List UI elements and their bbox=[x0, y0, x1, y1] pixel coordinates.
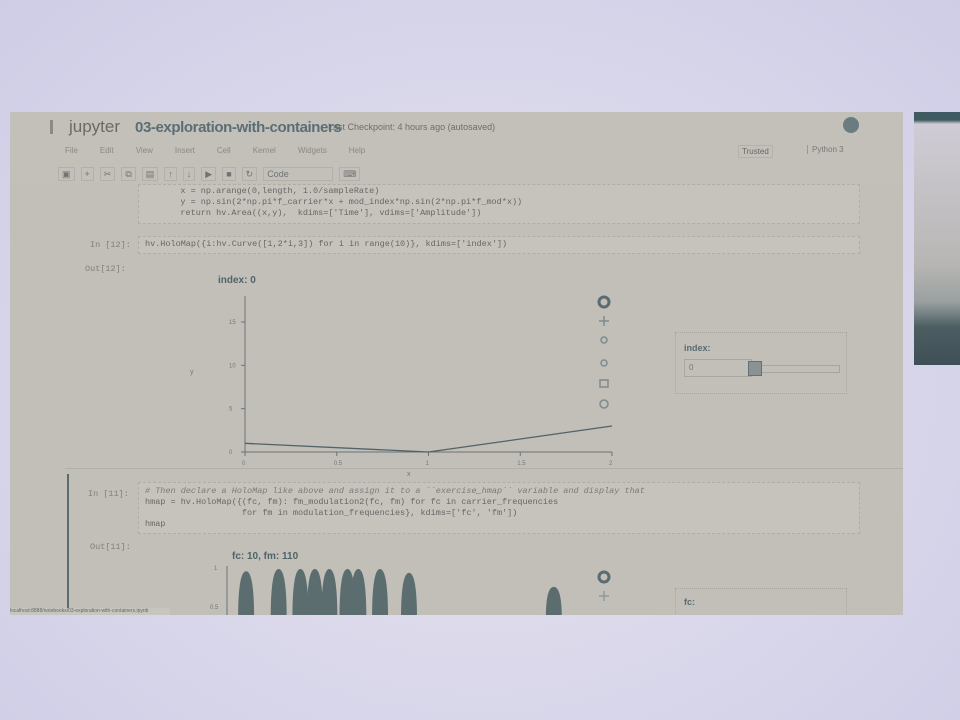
pan-icon[interactable] bbox=[599, 316, 609, 326]
box-zoom-icon[interactable] bbox=[600, 336, 608, 344]
code-line: y = np.sin(2*np.pi*f_carrier*x + mod_ind… bbox=[160, 197, 523, 207]
menu-widgets[interactable]: Widgets bbox=[298, 146, 327, 155]
curve-line bbox=[244, 425, 613, 453]
fc-slider-widget: fc: bbox=[675, 588, 847, 615]
y-tick-label: 0 bbox=[229, 450, 233, 456]
run-icon[interactable]: ▶ bbox=[201, 167, 217, 181]
command-palette-icon[interactable]: ⌨ bbox=[339, 167, 361, 181]
notebook-title[interactable]: 03-exploration-with-containers bbox=[135, 119, 342, 136]
code-line: return hv.Area((x,y), kdims=['Time'], vd… bbox=[160, 208, 482, 218]
menu-kernel[interactable]: Kernel bbox=[253, 146, 276, 155]
menu-insert[interactable]: Insert bbox=[175, 146, 195, 155]
x-axis-label: x bbox=[407, 471, 411, 478]
y-tick-label: 5 bbox=[229, 407, 233, 413]
area-marks bbox=[238, 569, 562, 615]
code-comment: # Then declare a HoloMap like above and … bbox=[145, 486, 645, 496]
x-tick-label: 0 bbox=[242, 461, 246, 467]
y-axis-label: y bbox=[190, 369, 194, 376]
area-peak bbox=[545, 586, 562, 615]
area-peak bbox=[372, 569, 388, 615]
code-line: hmap bbox=[145, 519, 166, 529]
area-peak bbox=[270, 569, 287, 615]
x-tick-label: 1 bbox=[426, 461, 430, 467]
menu-help[interactable]: Help bbox=[349, 146, 365, 155]
slider-label: index: bbox=[684, 343, 711, 353]
projected-screen: jupyter 03-exploration-with-containers L… bbox=[10, 112, 903, 615]
move-down-icon[interactable]: ↓ bbox=[182, 167, 196, 181]
code-line: hmap = hv.HoloMap({(fc, fm): fm_modulati… bbox=[145, 497, 559, 507]
bokeh-toolbar bbox=[597, 295, 611, 409]
code-line: for fm in modulation_frequencies}, kdims… bbox=[145, 508, 518, 518]
move-up-icon[interactable]: ↑ bbox=[164, 167, 177, 181]
area-peak bbox=[321, 569, 338, 615]
plot-title: fc: 10, fm: 110 bbox=[232, 551, 299, 562]
in-prompt: In [11]: bbox=[88, 489, 129, 499]
area-plot[interactable]: fc: 10, fm: 110 1 0.5 bbox=[190, 549, 650, 615]
paste-icon[interactable]: ▤ bbox=[141, 167, 159, 181]
index-value-input[interactable]: 0 bbox=[684, 359, 752, 377]
kernel-indicator: Python 3 bbox=[807, 145, 844, 154]
area-peak bbox=[238, 571, 255, 615]
plot-title: index: 0 bbox=[218, 275, 256, 286]
bokeh-logo-icon[interactable] bbox=[597, 570, 611, 584]
code-line: hv.HoloMap({i:hv.Curve([1,2*i,3]) for i … bbox=[145, 239, 508, 249]
slider-label: fc: bbox=[684, 597, 695, 607]
checkpoint-status: Last Checkpoint: 4 hours ago (autosaved) bbox=[328, 122, 496, 132]
reset-icon[interactable] bbox=[599, 399, 609, 409]
toolbar: ▣ + ✂ ⧉ ▤ ↑ ↓ ▶ ■ ↻ Code ⌨ bbox=[58, 167, 361, 181]
y-tick-label: 10 bbox=[229, 363, 236, 369]
menu-view[interactable]: View bbox=[136, 146, 153, 155]
pan-icon[interactable] bbox=[599, 591, 609, 601]
save-icon[interactable]: ▣ bbox=[58, 167, 75, 181]
code-line: x = np.arange(0,length, 1.0/sampleRate) bbox=[160, 186, 380, 196]
area-peak bbox=[292, 569, 309, 615]
logo-text: jupyter bbox=[69, 117, 121, 136]
x-tick-label: 1.5 bbox=[517, 461, 526, 467]
jupyter-logo[interactable]: jupyter bbox=[50, 117, 120, 137]
area-peak bbox=[350, 569, 367, 615]
cell-divider bbox=[65, 468, 903, 469]
curve-plot[interactable]: index: 0 0 0.5 1 1.5 2 0 5 10 15 y x bbox=[190, 274, 650, 489]
selected-cell-bar bbox=[67, 474, 69, 615]
side-window bbox=[914, 112, 960, 365]
notebook-header: jupyter 03-exploration-with-containers L… bbox=[10, 112, 903, 182]
status-url: localhost:8888/notebooks/03-exploration-… bbox=[10, 608, 170, 615]
menu-edit[interactable]: Edit bbox=[100, 146, 114, 155]
menu-file[interactable]: File bbox=[65, 146, 78, 155]
cut-icon[interactable]: ✂ bbox=[99, 167, 116, 181]
plot-area: 0 0.5 1 1.5 2 0 5 10 15 bbox=[229, 296, 613, 467]
trusted-badge[interactable]: Trusted bbox=[738, 145, 773, 158]
index-slider-widget: index: 0 bbox=[675, 332, 847, 394]
slider-track[interactable] bbox=[750, 365, 840, 373]
x-tick-label: 0.5 bbox=[334, 461, 343, 467]
area-peak bbox=[306, 569, 323, 615]
notebook-body: x = np.arange(0,length, 1.0/sampleRate) … bbox=[30, 184, 903, 615]
add-cell-icon[interactable]: + bbox=[80, 167, 94, 181]
out-prompt: Out[11]: bbox=[90, 542, 131, 552]
wheel-zoom-icon[interactable] bbox=[600, 359, 608, 367]
bokeh-logo-icon[interactable] bbox=[597, 295, 611, 309]
x-tick-label: 2 bbox=[609, 461, 613, 467]
area-peak bbox=[401, 572, 417, 615]
y-tick-label: 15 bbox=[229, 320, 236, 326]
y-tick-label: 0.5 bbox=[210, 605, 219, 611]
cell-type-select[interactable]: Code bbox=[263, 167, 334, 181]
menu-cell[interactable]: Cell bbox=[217, 146, 231, 155]
in-prompt: In [12]: bbox=[90, 240, 131, 250]
slider-handle[interactable] bbox=[748, 361, 762, 376]
out-prompt: Out[12]: bbox=[85, 264, 126, 274]
stop-icon[interactable]: ■ bbox=[222, 167, 236, 181]
python-logo-icon bbox=[843, 117, 859, 133]
restart-icon[interactable]: ↻ bbox=[241, 167, 258, 181]
save-plot-icon[interactable] bbox=[599, 379, 609, 388]
menu-bar: File Edit View Insert Cell Kernel Widget… bbox=[65, 146, 365, 155]
y-tick-label: 1 bbox=[214, 566, 218, 572]
copy-icon[interactable]: ⧉ bbox=[121, 167, 136, 181]
